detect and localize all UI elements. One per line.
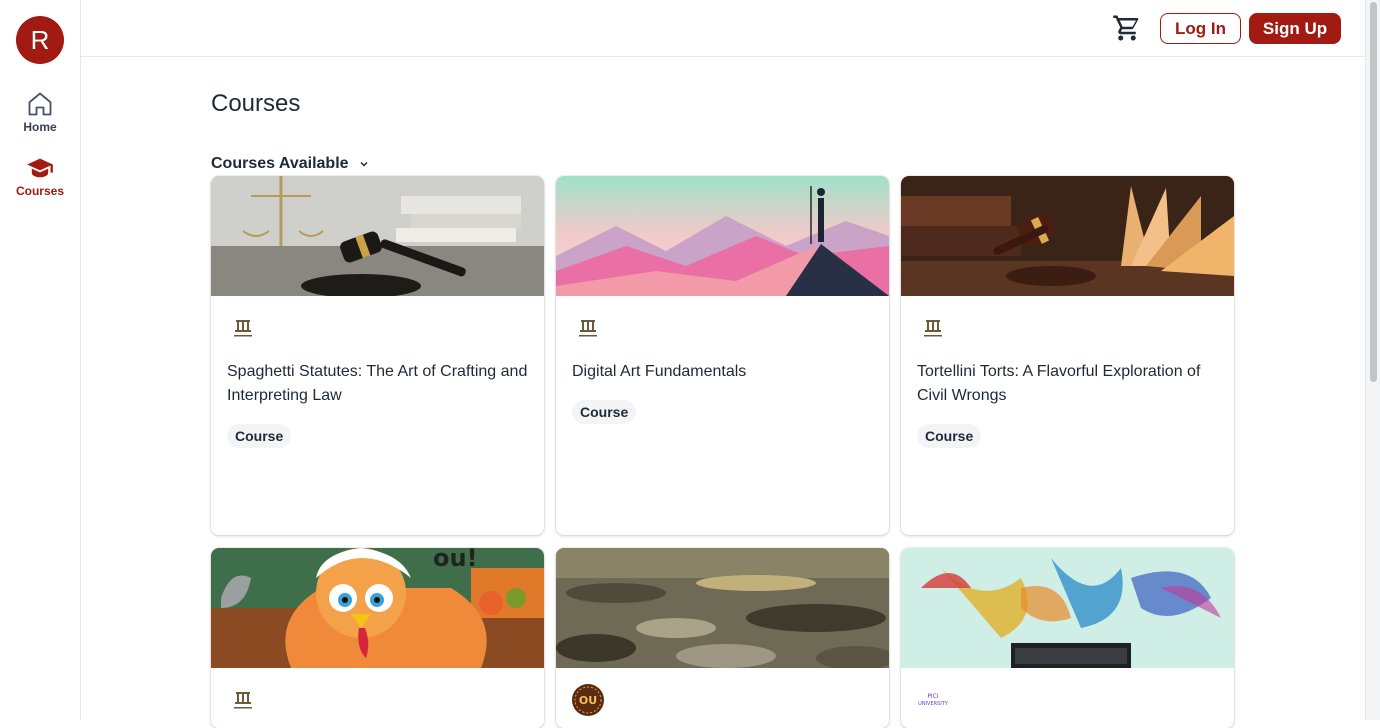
law-firm-logo-icon xyxy=(234,692,252,709)
sidebar-item-label: Courses xyxy=(15,184,65,198)
svg-text:PICI: PICI xyxy=(927,693,939,700)
sidebar: R Home Courses xyxy=(0,0,81,720)
svg-text:UNIVERSITY: UNIVERSITY xyxy=(918,701,949,707)
course-type-badge: Course xyxy=(227,424,292,448)
svg-text:ou!: ou! xyxy=(433,548,478,572)
sidebar-item-courses[interactable]: Courses xyxy=(0,154,80,198)
top-bar: Log In Sign Up xyxy=(81,0,1365,57)
course-card[interactable]: OU xyxy=(556,548,889,728)
course-title[interactable]: Tortellini Torts: A Flavorful Exploratio… xyxy=(917,360,1222,408)
course-thumbnail xyxy=(556,548,889,668)
course-card[interactable]: PICI UNIVERSITY xyxy=(901,548,1234,728)
course-title[interactable]: Spaghetti Statutes: The Art of Crafting … xyxy=(227,360,532,408)
cart-icon[interactable] xyxy=(1112,13,1142,43)
ou-logo-icon: OU xyxy=(572,684,604,716)
sidebar-item-home[interactable]: Home xyxy=(0,90,80,134)
course-thumbnail xyxy=(901,548,1234,668)
course-type-badge: Course xyxy=(572,400,637,424)
course-card[interactable]: Tortellini Torts: A Flavorful Exploratio… xyxy=(901,176,1234,535)
law-firm-logo-icon xyxy=(579,320,597,337)
course-title[interactable]: Digital Art Fundamentals xyxy=(572,360,877,384)
law-firm-logo-icon xyxy=(234,320,252,337)
avatar[interactable]: R xyxy=(16,16,64,64)
course-thumbnail xyxy=(211,176,544,296)
graduation-cap-icon xyxy=(27,158,53,178)
course-card[interactable]: ou! xyxy=(211,548,544,728)
courses-filter-dropdown[interactable]: Courses Available xyxy=(211,155,369,173)
course-thumbnail: ou! xyxy=(211,548,544,668)
sidebar-item-label: Home xyxy=(23,120,57,134)
home-icon xyxy=(28,92,52,116)
signup-button[interactable]: Sign Up xyxy=(1249,13,1341,44)
scrollbar-thumb[interactable] xyxy=(1370,2,1377,382)
pici-university-logo-icon: PICI UNIVERSITY xyxy=(918,693,949,707)
svg-text:OU: OU xyxy=(579,694,597,707)
course-thumbnail xyxy=(901,176,1234,296)
course-card[interactable]: Digital Art Fundamentals Course xyxy=(556,176,889,535)
login-button[interactable]: Log In xyxy=(1160,13,1241,44)
filter-label: Courses Available xyxy=(211,155,349,172)
scrollbar[interactable] xyxy=(1365,0,1380,720)
chevron-down-icon xyxy=(360,161,368,167)
course-thumbnail xyxy=(556,176,889,296)
page-title: Courses xyxy=(211,90,301,117)
law-firm-logo-icon xyxy=(924,320,942,337)
course-type-badge: Course xyxy=(917,424,982,448)
course-card[interactable]: Spaghetti Statutes: The Art of Crafting … xyxy=(211,176,544,535)
